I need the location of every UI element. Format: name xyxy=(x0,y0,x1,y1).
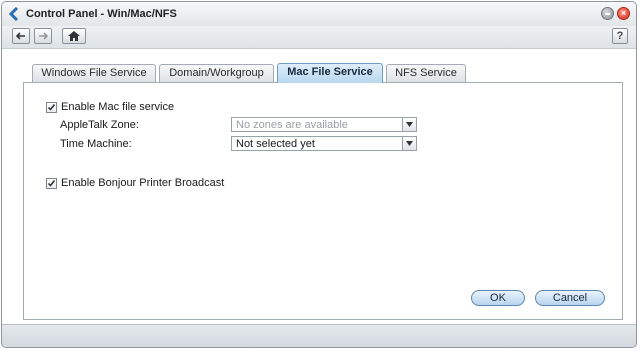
arrow-left-icon xyxy=(16,32,25,40)
help-button[interactable]: ? xyxy=(612,28,628,44)
appletalk-zone-label: AppleTalk Zone: xyxy=(60,119,139,131)
cancel-button[interactable]: Cancel xyxy=(535,290,605,306)
appletalk-zone-select[interactable]: No zones are available xyxy=(231,117,417,132)
bonjour-label: Enable Bonjour Printer Broadcast xyxy=(61,177,225,189)
chevron-down-icon xyxy=(406,141,413,146)
back-button[interactable] xyxy=(12,28,30,44)
status-bar xyxy=(2,324,636,347)
time-machine-value: Not selected yet xyxy=(236,138,315,150)
title-bar: Control Panel - Win/Mac/NFS × xyxy=(2,2,636,26)
checkmark-icon xyxy=(47,180,56,187)
main-content: Windows File Service Domain/Workgroup Ma… xyxy=(2,49,636,325)
appletalk-dropdown-arrow[interactable] xyxy=(402,118,416,131)
arrow-right-icon xyxy=(39,32,48,40)
enable-mac-checkbox[interactable] xyxy=(46,102,57,113)
close-button[interactable]: × xyxy=(617,7,630,20)
tab-windows-file-service[interactable]: Windows File Service xyxy=(32,64,156,82)
chevron-down-icon xyxy=(406,122,413,127)
mac-file-service-panel: Enable Mac file service AppleTalk Zone: … xyxy=(23,82,623,320)
tab-nfs-service[interactable]: NFS Service xyxy=(386,64,466,82)
bonjour-checkbox[interactable] xyxy=(46,178,57,189)
enable-mac-row: Enable Mac file service xyxy=(46,100,246,116)
control-panel-logo-icon xyxy=(8,7,19,21)
ok-button[interactable]: OK xyxy=(471,290,525,306)
enable-mac-label: Enable Mac file service xyxy=(61,101,175,113)
time-machine-label: Time Machine: xyxy=(60,138,132,150)
tab-mac-file-service[interactable]: Mac File Service xyxy=(277,63,383,83)
appletalk-zone-value: No zones are available xyxy=(236,119,348,131)
checkmark-icon xyxy=(47,104,56,111)
toolbar: ? xyxy=(2,26,636,49)
bonjour-row: Enable Bonjour Printer Broadcast xyxy=(46,176,266,192)
minimize-button[interactable] xyxy=(601,7,614,20)
home-button[interactable] xyxy=(62,28,86,44)
time-machine-select[interactable]: Not selected yet xyxy=(231,136,417,151)
window-title: Control Panel - Win/Mac/NFS xyxy=(26,8,177,20)
tab-domain-workgroup[interactable]: Domain/Workgroup xyxy=(159,64,274,82)
forward-button[interactable] xyxy=(34,28,52,44)
time-machine-dropdown-arrow[interactable] xyxy=(402,137,416,150)
control-panel-window: Control Panel - Win/Mac/NFS × ? Windows … xyxy=(1,1,637,348)
home-icon xyxy=(68,31,80,41)
